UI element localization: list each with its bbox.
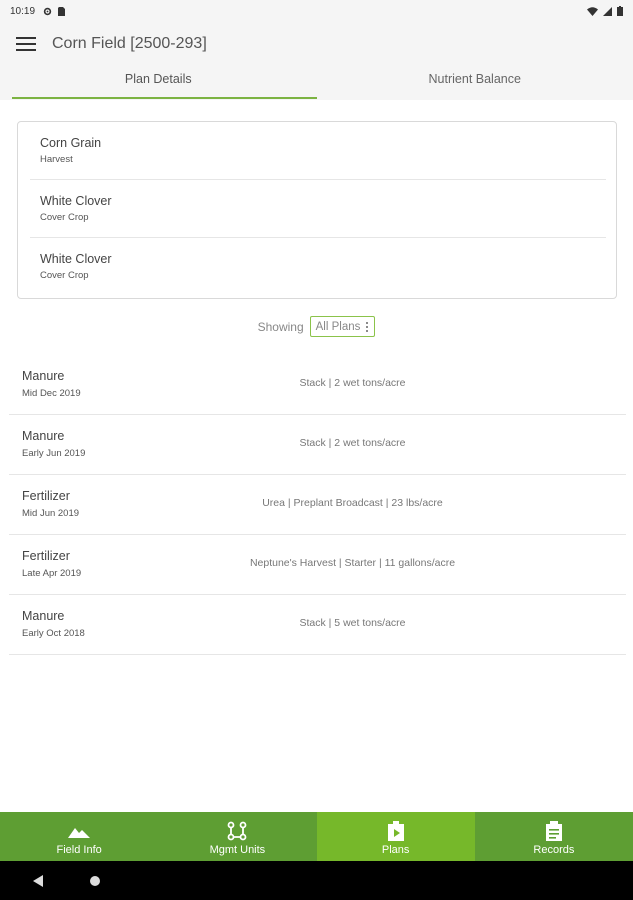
signal-icon [603, 6, 612, 16]
plan-row[interactable]: Fertilizer Late Apr 2019 Neptune's Harve… [9, 535, 626, 595]
plan-detail: Stack | 2 wet tons/acre [299, 377, 406, 389]
plan-date: Early Jun 2019 [22, 448, 86, 459]
mountain-icon [68, 820, 91, 842]
crop-name: Corn Grain [40, 136, 102, 150]
plan-date: Mid Dec 2019 [22, 388, 81, 399]
app-bar: Corn Field [2500-293] [0, 22, 633, 66]
plan-detail: Stack | 5 wet tons/acre [299, 617, 406, 629]
plan-date: Early Oct 2018 [22, 628, 85, 639]
plans-filter-value: All Plans [315, 320, 361, 333]
back-icon[interactable] [33, 874, 45, 887]
plan-detail: Stack | 2 wet tons/acre [299, 437, 406, 449]
more-vert-icon [366, 321, 369, 332]
bottom-navigation: Field Info Mgmt Units Plans Records [0, 812, 633, 861]
plans-filter: Showing All Plans [0, 316, 633, 337]
nav-label: Plans [381, 844, 410, 856]
nav-label: Records [533, 844, 575, 856]
plan-detail: Urea | Preplant Broadcast | 23 lbs/acre [262, 497, 443, 509]
showing-label: Showing [257, 319, 304, 334]
tab-nutrient-balance[interactable]: Nutrient Balance [317, 66, 633, 100]
crop-type: Cover Crop [40, 212, 89, 223]
battery-icon [617, 6, 623, 16]
plan-list: Manure Mid Dec 2019 Stack | 2 wet tons/a… [9, 355, 626, 655]
status-bar: 10:19 [0, 0, 633, 22]
clipboard-icon [545, 820, 563, 842]
tab-plan-details[interactable]: Plan Details [0, 66, 317, 100]
hamburger-menu-icon[interactable] [14, 32, 38, 56]
units-graph-icon [227, 820, 247, 842]
crop-type: Cover Crop [40, 270, 89, 281]
plan-detail: Neptune's Harvest | Starter | 11 gallons… [249, 557, 456, 569]
plan-row[interactable]: Manure Early Oct 2018 Stack | 5 wet tons… [9, 595, 626, 655]
plan-date: Mid Jun 2019 [22, 508, 80, 519]
crop-item[interactable]: Corn Grain Harvest [30, 122, 606, 180]
nav-label: Mgmt Units [209, 844, 266, 856]
plans-filter-dropdown[interactable]: All Plans [309, 316, 376, 337]
nav-label: Field Info [56, 844, 102, 856]
wifi-icon [587, 6, 598, 16]
crop-item[interactable]: White Clover Cover Crop [30, 238, 606, 296]
plan-row[interactable]: Manure Early Jun 2019 Stack | 2 wet tons… [9, 415, 626, 475]
nav-plans[interactable]: Plans [316, 812, 475, 861]
status-time: 10:19 [10, 5, 36, 17]
nav-records[interactable]: Records [475, 812, 633, 861]
system-nav-bar [0, 861, 633, 900]
sim-card-icon [58, 6, 66, 16]
crop-item[interactable]: White Clover Cover Crop [30, 180, 606, 238]
plans-play-icon [387, 820, 405, 842]
crop-name: White Clover [40, 252, 112, 266]
crop-name: White Clover [40, 194, 112, 208]
crop-type: Harvest [40, 154, 73, 165]
plan-date: Late Apr 2019 [22, 568, 82, 579]
plan-row[interactable]: Manure Mid Dec 2019 Stack | 2 wet tons/a… [9, 355, 626, 415]
tab-bar: Plan Details Nutrient Balance [0, 66, 633, 100]
plan-row[interactable]: Fertilizer Mid Jun 2019 Urea | Preplant … [9, 475, 626, 535]
crops-card: Corn Grain Harvest White Clover Cover Cr… [17, 121, 617, 299]
page-title: Corn Field [2500-293] [52, 35, 207, 52]
active-tab-indicator [12, 97, 317, 99]
home-icon[interactable] [90, 875, 100, 886]
nav-mgmt-units[interactable]: Mgmt Units [158, 812, 316, 861]
settings-icon [43, 7, 52, 15]
nav-field-info[interactable]: Field Info [0, 812, 158, 861]
